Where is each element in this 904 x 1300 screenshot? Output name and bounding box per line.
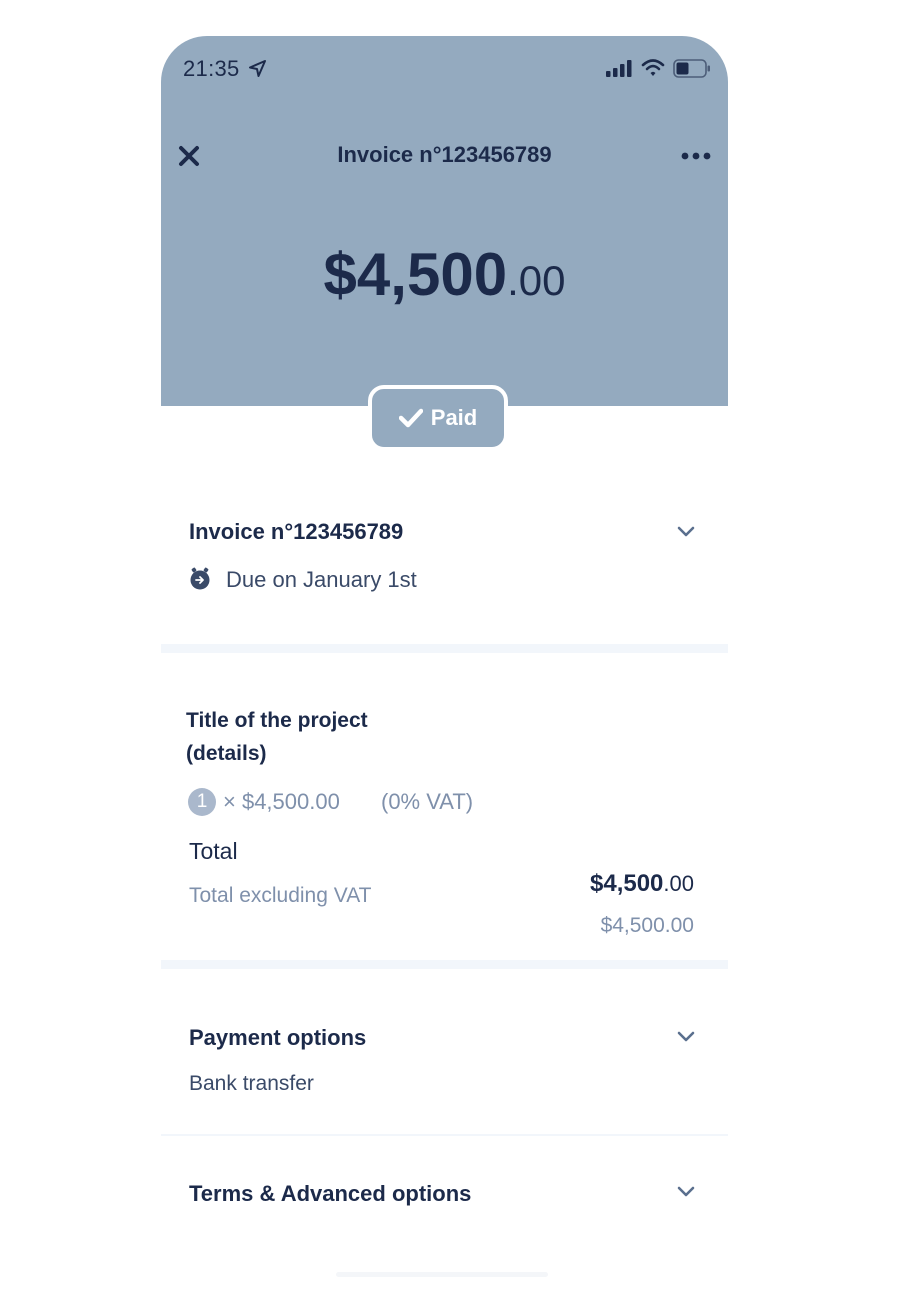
- invoice-screen: 21:35 Invoice n°123456789 $4,500.00 Paid…: [161, 36, 728, 1276]
- status-badge-label: Paid: [430, 405, 478, 430]
- line-item-price: × $4,500.00: [223, 789, 340, 814]
- more-icon[interactable]: [679, 146, 713, 166]
- payment-options-title: Payment options: [189, 1025, 367, 1050]
- total-label: Total: [189, 838, 238, 864]
- line-item-title: Title of the project (details): [186, 709, 368, 765]
- status-time: 21:35: [183, 56, 240, 81]
- signal-icon: [606, 60, 632, 77]
- invoice-section[interactable]: [161, 476, 728, 644]
- total-amount-main: $4,500: [590, 870, 664, 897]
- location-arrow-icon: [249, 60, 266, 77]
- section-divider: [161, 644, 728, 653]
- status-bar: 21:35: [161, 36, 728, 102]
- chevron-down-icon[interactable]: [676, 1185, 696, 1199]
- check-icon: [398, 408, 423, 428]
- close-icon[interactable]: [177, 144, 201, 168]
- total-amount-cents: .00: [663, 871, 694, 896]
- amount-main: $4,500: [323, 241, 508, 308]
- line-item-vat: (0% VAT): [381, 789, 474, 814]
- payment-method: Bank transfer: [189, 1072, 314, 1095]
- wifi-icon: [641, 59, 665, 76]
- total-amount: $4,500.00: [590, 870, 694, 898]
- chevron-down-icon[interactable]: [676, 1030, 696, 1044]
- invoice-section-title: Invoice n°123456789: [189, 519, 404, 544]
- terms-title: Terms & Advanced options: [189, 1181, 472, 1206]
- total-ex-vat-amount: $4,500.00: [600, 914, 694, 937]
- invoice-amount: $4,500.00: [161, 240, 728, 309]
- quantity-badge: 1: [188, 788, 216, 816]
- section-divider: [161, 1134, 728, 1136]
- header-title: Invoice n°123456789: [337, 142, 552, 167]
- status-badge: Paid: [368, 385, 508, 451]
- chevron-down-icon[interactable]: [676, 525, 696, 539]
- home-indicator: [336, 1272, 548, 1277]
- due-date: Due on January 1st: [226, 567, 417, 592]
- amount-cents: .00: [507, 257, 566, 304]
- battery-icon: [673, 59, 710, 78]
- due-clock-icon: [190, 567, 210, 590]
- section-divider: [161, 960, 728, 969]
- total-ex-vat-label: Total excluding VAT: [189, 884, 372, 907]
- payment-options-section[interactable]: [161, 986, 728, 1134]
